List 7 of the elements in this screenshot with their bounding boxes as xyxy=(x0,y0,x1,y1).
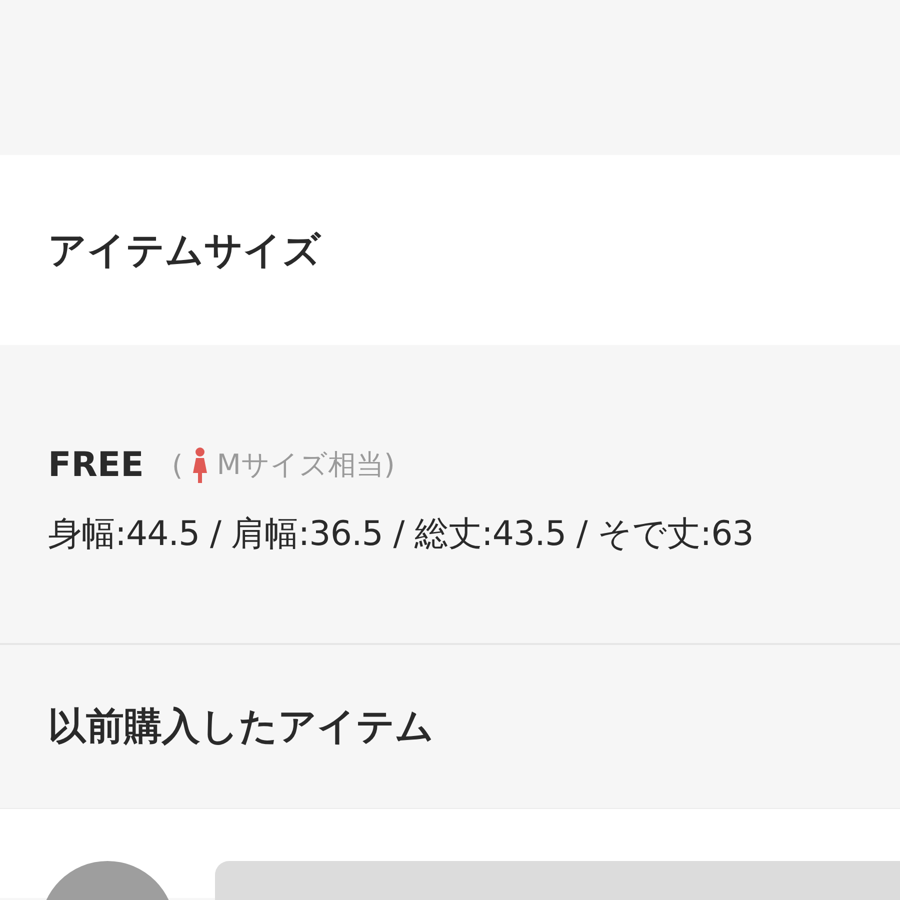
woman-icon xyxy=(192,447,207,483)
measurements: 身幅:44.5 / 肩幅:36.5 / 総丈:43.5 / そで丈:63 xyxy=(48,513,754,556)
section-title: アイテムサイズ xyxy=(48,226,321,274)
section-title: 以前購入したアイテム xyxy=(48,703,434,750)
open-paren: ( xyxy=(172,448,183,482)
size-label: FREE xyxy=(48,445,144,485)
size-equivalent: Mサイズ相当) xyxy=(216,447,395,483)
